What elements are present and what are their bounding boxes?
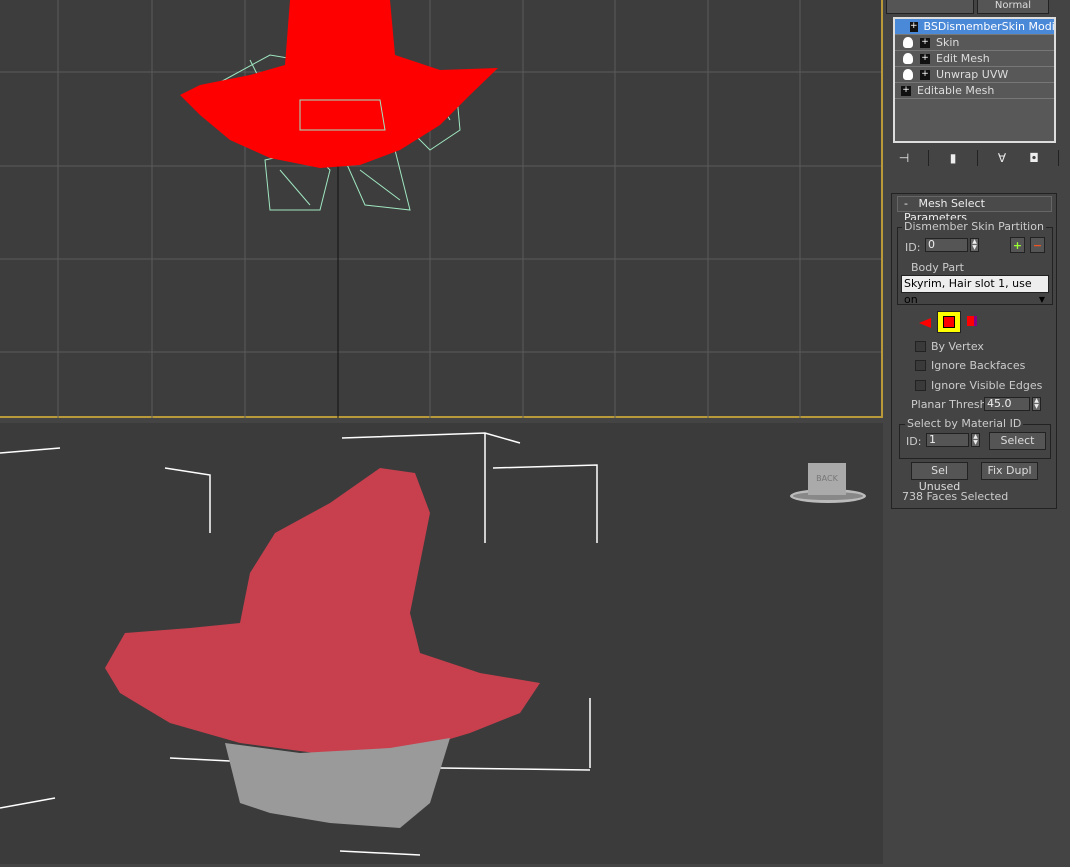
material-group-label: Select by Material ID (905, 417, 1024, 430)
faces-selected-status: 738 Faces Selected (902, 490, 1009, 503)
show-end-result-icon[interactable]: ▮ (945, 151, 961, 165)
ignore-backfaces-label: Ignore Backfaces (931, 359, 1026, 372)
make-unique-icon[interactable]: ∀ (994, 151, 1010, 165)
modifier-label: Skin (936, 36, 960, 49)
body-part-dropdown[interactable]: Skyrim, Hair slot 1, use on ▼ (901, 275, 1049, 306)
partition-group-label: Dismember Skin Partition (902, 220, 1046, 233)
modifier-label: Editable Mesh (917, 84, 995, 97)
expand-icon[interactable]: + (901, 85, 911, 96)
top-viewport[interactable] (0, 0, 883, 418)
modifier-label: Unwrap UVW (936, 68, 1009, 81)
perspective-viewport[interactable]: BACK (0, 423, 883, 864)
top-button-right[interactable]: Normal (977, 0, 1049, 14)
lightbulb-icon[interactable] (903, 53, 913, 64)
rollout-header[interactable]: - Mesh Select Parameters (897, 196, 1052, 224)
command-panel: Normal + BSDismemberSkin Modifier + Skin + Ed… (886, 0, 1070, 864)
body-part-value: Skyrim, Hair slot 1, use on (904, 277, 1032, 306)
vertex-mode-icon[interactable] (919, 318, 931, 328)
material-id-spinner[interactable]: ▲ ▼ (971, 433, 980, 447)
select-button[interactable]: Select (989, 432, 1046, 450)
hat-perspective (105, 468, 540, 755)
material-id-group: Select by Material ID ID: 1 ▲ ▼ Select (899, 417, 1051, 459)
ignore-visible-edges-label: Ignore Visible Edges (931, 379, 1043, 392)
add-partition-button[interactable]: + (1010, 237, 1025, 253)
ignore-backfaces-checkbox[interactable] (915, 360, 926, 371)
modifier-stack[interactable]: + BSDismemberSkin Modifier + Skin + Edit Mesh… (893, 17, 1056, 143)
top-viewport-scene (0, 0, 881, 418)
mat-id-label: ID: (906, 435, 922, 448)
face-mode-icon[interactable] (937, 311, 961, 333)
partition-group: Dismember Skin Partition ID: 0 ▲ ▼ + − Bo… (897, 220, 1053, 306)
viewcube-face[interactable]: BACK (808, 463, 846, 495)
ignore-visible-edges-checkbox[interactable] (915, 380, 926, 391)
perspective-viewport-scene (0, 432, 598, 856)
id-label: ID: (905, 241, 921, 254)
top-button-left[interactable] (886, 0, 974, 14)
mesh-select-parameters-rollout: - Mesh Select Parameters Dismember Skin … (891, 193, 1057, 509)
remove-modifier-icon[interactable]: ◘ (1026, 151, 1042, 165)
by-vertex-label: By Vertex (931, 340, 984, 353)
modifier-label: Edit Mesh (936, 52, 990, 65)
remove-partition-button[interactable]: − (1030, 237, 1045, 253)
expand-icon[interactable]: + (920, 53, 930, 64)
modifier-stack-item[interactable]: + Editable Mesh (895, 83, 1054, 99)
pin-stack-icon[interactable]: ⊣ (896, 151, 912, 165)
material-id-input[interactable]: 1 (926, 433, 969, 447)
stack-toolbar: ⊣ ▮ ∀ ◘ ▦ (896, 150, 1070, 166)
lightbulb-icon[interactable] (903, 37, 913, 48)
partition-id-input[interactable]: 0 (925, 238, 968, 252)
partition-id-spinner[interactable]: ▲ ▼ (970, 238, 979, 252)
element-mode-icon[interactable] (967, 316, 977, 326)
planar-thresh-label: Planar Thresh: (911, 398, 991, 411)
collapse-toggle[interactable]: - (904, 197, 908, 210)
sel-unused-button[interactable]: Sel Unused (911, 462, 968, 493)
expand-icon[interactable]: + (910, 21, 918, 32)
modifier-stack-item[interactable]: + Edit Mesh (895, 51, 1054, 67)
expand-icon[interactable]: + (920, 69, 930, 80)
by-vertex-checkbox[interactable] (915, 341, 926, 352)
head-mesh (225, 738, 450, 828)
body-part-label: Body Part (911, 261, 964, 274)
modifier-label: BSDismemberSkin Modifier (923, 20, 1054, 33)
modifier-stack-item[interactable]: + BSDismemberSkin Modifier (895, 19, 1054, 35)
modifier-stack-item[interactable]: + Unwrap UVW (895, 67, 1054, 83)
planar-thresh-input[interactable]: 45.0 (984, 397, 1030, 411)
planar-thresh-spinner[interactable]: ▲ ▼ (1032, 397, 1041, 411)
hat-top-view (180, 0, 498, 168)
expand-icon[interactable]: + (920, 37, 930, 48)
modifier-stack-item[interactable]: + Skin (895, 35, 1054, 51)
lightbulb-icon[interactable] (903, 69, 913, 80)
fix-dupl-button[interactable]: Fix Dupl (981, 462, 1038, 480)
viewcube[interactable]: BACK (790, 461, 870, 506)
